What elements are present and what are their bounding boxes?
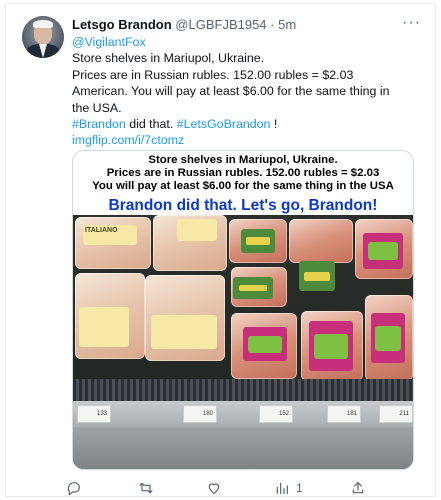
hashtag-brandon[interactable]: #Brandon (72, 117, 126, 131)
hashtag-end-text: ! (270, 117, 278, 132)
like-button[interactable] (206, 478, 222, 498)
price-tag: 181 (327, 405, 361, 423)
package-label-graphic (371, 313, 405, 363)
package-label-graphic (299, 261, 335, 291)
mention-link[interactable]: @VigilantFox (72, 34, 424, 50)
separator: · (270, 17, 275, 32)
views-count: 1 (296, 481, 303, 495)
caption-line-3: You will pay at least $6.00 for the same… (92, 180, 394, 192)
store-floor (73, 427, 413, 469)
hashtag-line: #Brandon did that. #LetsGoBrandon ! (72, 116, 424, 132)
retweet-icon (139, 482, 153, 494)
timestamp[interactable]: 5m (278, 17, 296, 32)
tweet-card[interactable]: Letsgo Brandon @LGBFJB1954 · 5m ··· @Vig… (5, 3, 436, 497)
external-link[interactable]: imgflip.com/i/7ctomz (72, 132, 424, 148)
caption-line-2: Prices are in Russian rubles. 152.00 rub… (106, 167, 380, 179)
price-tag: 133 (77, 405, 111, 423)
avatar[interactable] (22, 16, 64, 58)
package-label-graphic (177, 219, 217, 241)
share-button[interactable] (350, 478, 366, 498)
views-icon (276, 482, 288, 494)
tweet-media[interactable]: Store shelves in Mariupol, Ukraine. Pric… (72, 150, 414, 470)
package-label-graphic (309, 321, 353, 371)
retweet-button[interactable] (138, 478, 154, 498)
shelf-rail (73, 379, 413, 401)
price-tag: 180 (183, 405, 217, 423)
caption-line-1: Store shelves in Mariupol, Ukraine. (148, 154, 338, 166)
user-handle[interactable]: @LGBFJB1954 (175, 17, 266, 32)
tweet-line-3: American. You will pay at least $6.00 fo… (72, 84, 390, 99)
package-label-graphic (233, 277, 273, 299)
hashtag-letsgobrandon[interactable]: #LetsGoBrandon (177, 117, 271, 131)
tweet-line-1: Store shelves in Mariupol, Ukraine. (72, 51, 265, 66)
hashtag-mid-text: did that. (125, 117, 177, 132)
package-label-graphic (363, 233, 403, 269)
package-label-graphic (151, 315, 217, 349)
tweet-line-2: Prices are in Russian rubles. 152.00 rub… (72, 67, 354, 82)
package-label-graphic (243, 327, 287, 361)
meme-caption: Store shelves in Mariupol, Ukraine. Pric… (73, 151, 413, 215)
price-strip (73, 401, 413, 427)
price-tag: 152 (259, 405, 293, 423)
tweet-header: Letsgo Brandon @LGBFJB1954 · 5m (72, 16, 423, 34)
package-label-graphic (79, 307, 129, 347)
package-label-graphic (241, 229, 275, 253)
sausage-package (289, 219, 353, 263)
package-label: ITALIANO (83, 225, 137, 245)
tweet-line-4: the USA. (72, 100, 122, 115)
caption-line-4: Brandon did that. Let's go, Brandon! (108, 197, 378, 214)
reply-button[interactable] (66, 478, 82, 498)
store-shelf-photo: ITALIANO 133 180 152 181 211 (73, 215, 413, 469)
like-icon (208, 483, 220, 494)
tweet-actions: 1 (66, 478, 426, 498)
price-tag: 211 (379, 405, 413, 423)
share-icon (352, 482, 364, 494)
more-options-icon[interactable]: ··· (402, 15, 421, 31)
display-name[interactable]: Letsgo Brandon (72, 17, 172, 32)
views-button[interactable]: 1 (274, 478, 303, 498)
reply-icon (67, 482, 80, 496)
tweet-text: @VigilantFox Store shelves in Mariupol, … (72, 34, 424, 149)
